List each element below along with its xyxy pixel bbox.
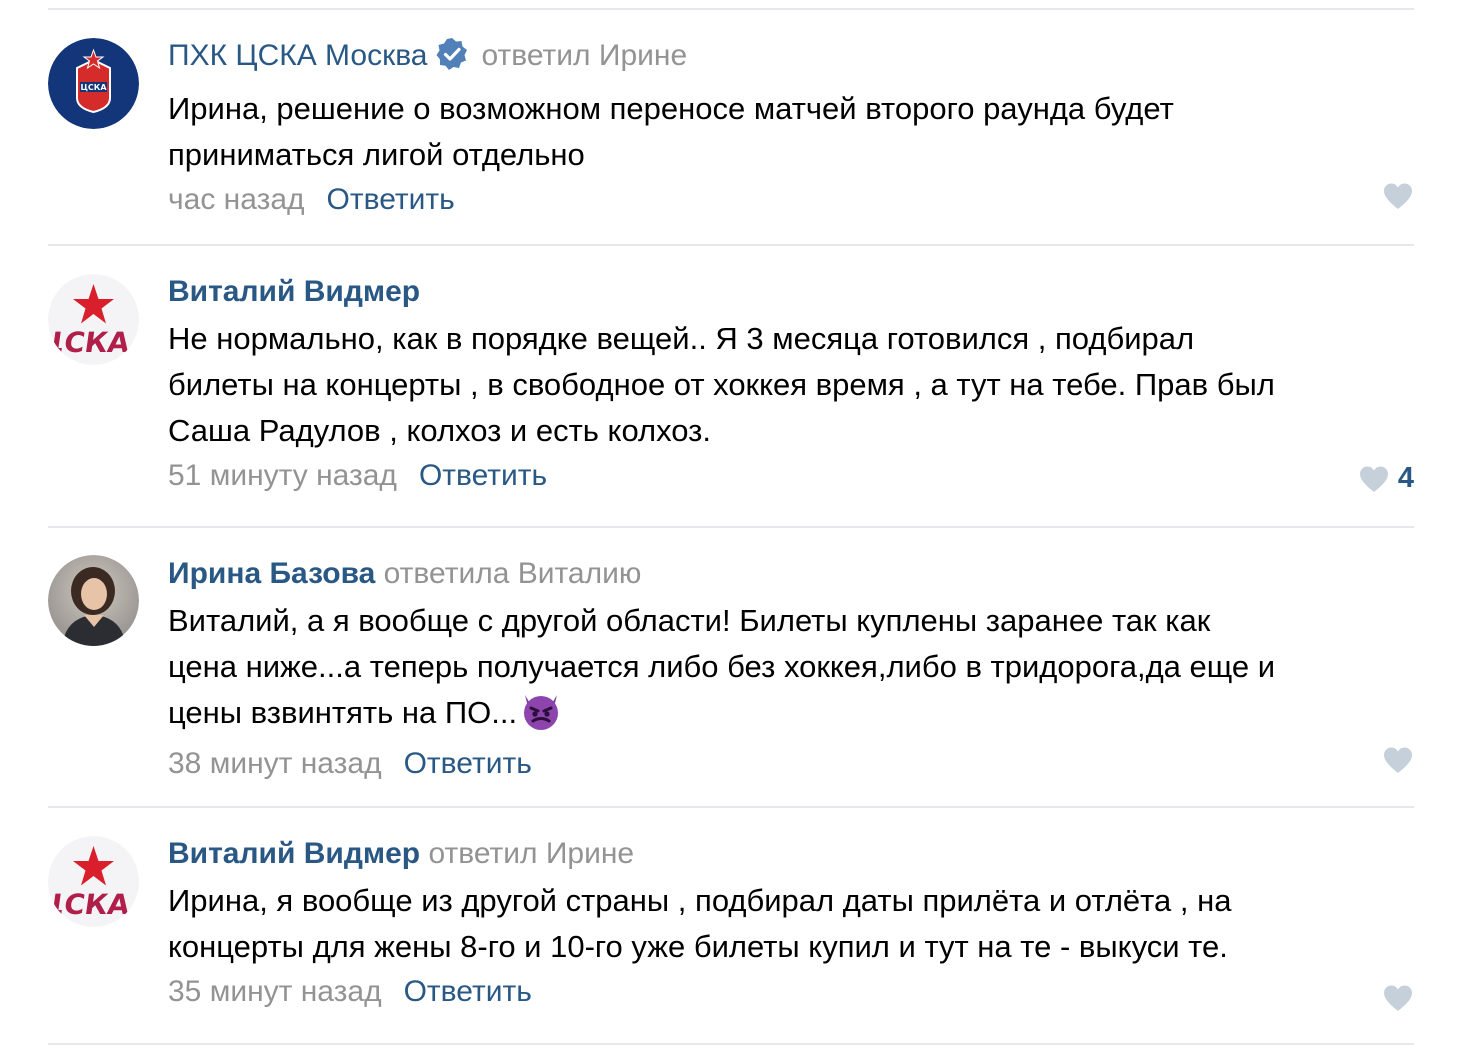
svg-text:ЦСКА: ЦСКА [48,326,132,359]
user-photo-icon [48,555,139,646]
like-button[interactable]: 4 [1358,462,1414,495]
devil-emoji-icon [519,691,563,744]
comment-text: Виталий, а я вообще с другой области! Би… [168,598,1414,744]
author-name[interactable]: Виталий Видмер [168,275,420,308]
comment-header: Виталий Видмер [168,272,1414,312]
cska-star-logo-icon: ЦСКА [48,274,139,365]
avatar[interactable]: ЦСКА [48,836,139,927]
avatar[interactable]: ЦСКА [48,38,139,129]
comment-item: ЦСКА Виталий Видмер Не нормально, как в … [48,246,1414,526]
comment-text: Ирина, решение о возможном переносе матч… [168,91,1174,172]
heart-icon [1384,747,1412,773]
like-button[interactable] [1382,182,1414,210]
comment-item: Ирина Базова ответила Виталию Виталий, а… [48,528,1414,808]
reply-to-label: ответил Ирине [481,39,688,72]
heart-icon [1359,466,1388,492]
comment-time[interactable]: 35 минут назад [168,975,382,1008]
like-count: 4 [1397,462,1414,494]
author-name[interactable]: Виталий Видмер [168,837,420,870]
comment-meta: 35 минут назад Ответить [168,972,1414,1012]
comment-text: Ирина, я вообще из другой страны , подби… [168,883,1232,964]
reply-to-label: ответил Ирине [428,837,635,870]
reply-to-label: ответила Виталию [383,557,642,590]
comment-item: ЦСКА Виталий Видмер ответил Ирине Ирина,… [48,808,1414,1044]
svg-text:ЦСКА: ЦСКА [80,83,107,92]
reply-button[interactable]: Ответить [327,183,455,216]
comment-meta: 38 минут назад Ответить [168,744,1414,784]
comment-time[interactable]: 38 минут назад [168,747,382,780]
comment-meta: час назад Ответить [168,180,1414,220]
author-name[interactable]: ПХК ЦСКА Москва [168,39,427,72]
comment-time[interactable]: час назад [168,183,305,216]
heart-icon [1384,183,1412,209]
comment-header: Виталий Видмер ответил Ирине [168,834,1414,874]
cska-star-logo-icon: ЦСКА [48,836,139,927]
author-name[interactable]: Ирина Базова [168,557,375,590]
comment-header: Ирина Базова ответила Виталию [168,554,1414,594]
comment-meta: 51 минуту назад Ответить [168,456,1414,496]
divider [48,1043,1414,1045]
like-button[interactable] [1382,984,1414,1012]
comment-text-body: Виталий, а я вообще с другой области! Би… [168,603,1276,730]
verified-icon [435,37,469,82]
cska-club-logo-icon: ЦСКА [48,38,139,129]
comment-time[interactable]: 51 минуту назад [168,459,397,492]
reply-button[interactable]: Ответить [419,459,547,492]
reply-button[interactable]: Ответить [404,975,532,1008]
avatar[interactable] [48,555,139,646]
heart-icon [1384,985,1412,1011]
svg-text:ЦСКА: ЦСКА [48,888,132,921]
reply-button[interactable]: Ответить [404,747,532,780]
comment-header: ПХК ЦСКА Москва ответил Ирине [168,36,1414,82]
comment-item: ЦСКА ПХК ЦСКА Москва ответил Ирине Ирина,… [48,0,1414,245]
avatar[interactable]: ЦСКА [48,274,139,365]
comment-text: Не нормально, как в порядке вещей.. Я 3 … [168,321,1275,448]
like-button[interactable] [1382,746,1414,774]
